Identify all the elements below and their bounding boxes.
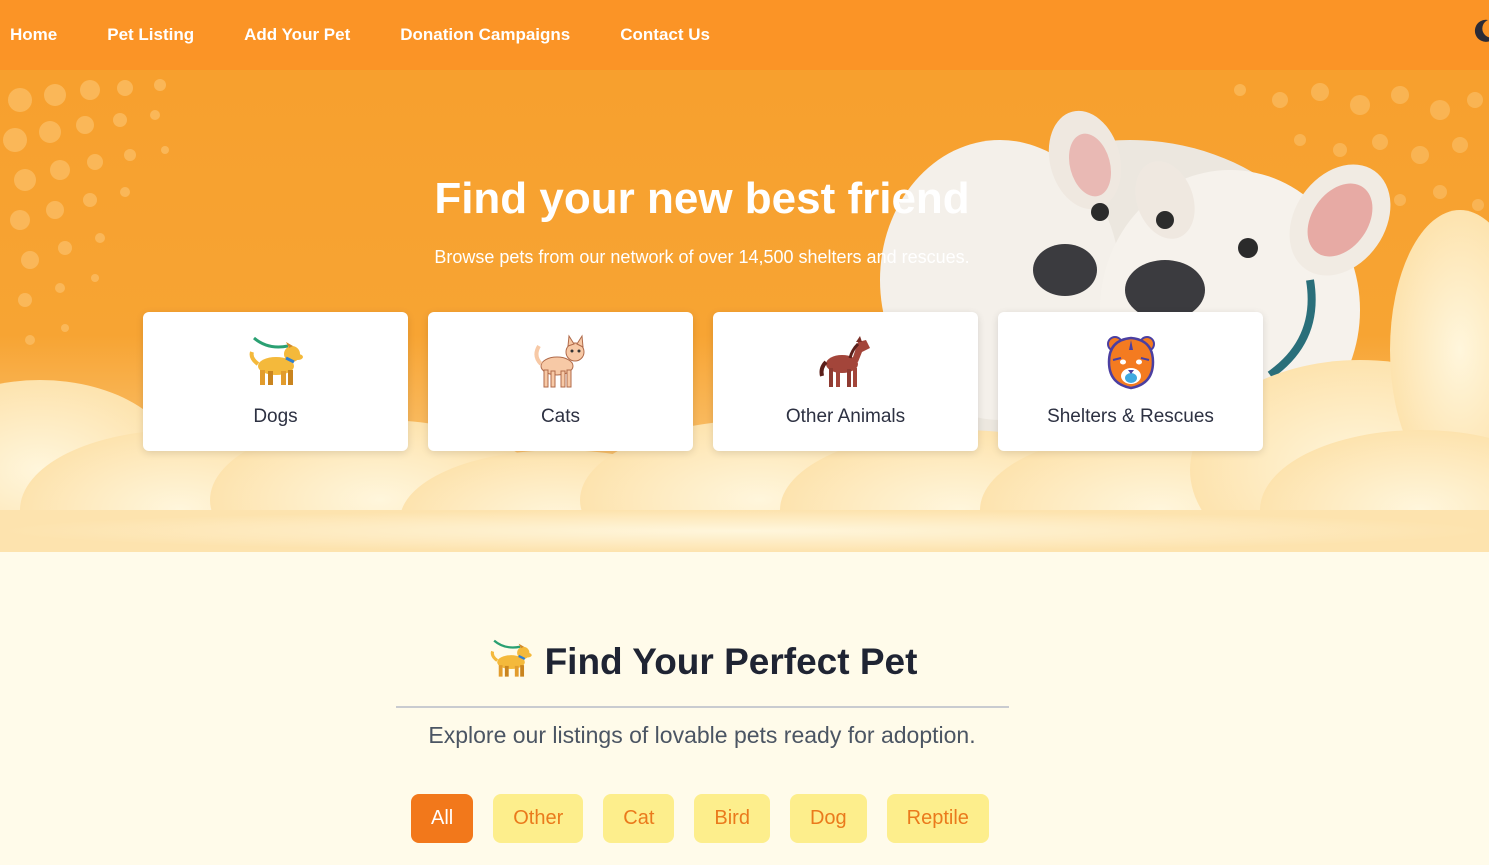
hero-banner: Find your new best friend Browse pets fr… [0,70,1489,552]
filter-other-button[interactable]: Other [493,794,584,843]
filter-bird-button[interactable]: Bird [694,794,770,843]
dog-icon [487,636,535,687]
nav-donation-campaigns-link[interactable]: Donation Campaigns [400,25,570,45]
filter-cat-button[interactable]: Cat [603,794,675,843]
dog-icon [246,332,306,392]
category-card-label: Other Animals [785,406,906,427]
nav-links: Home Pet Listing Add Your Pet Donation C… [0,0,750,70]
category-card-shelters-rescues[interactable]: Shelters & Rescues [998,312,1263,451]
horse-icon [816,332,876,392]
category-card-label: Shelters & Rescues [1047,406,1214,427]
category-card-other-animals[interactable]: Other Animals [713,312,978,451]
category-cards: Dogs Cats Other Animals Shelters & Rescu… [143,312,1263,451]
nav-contact-us-link[interactable]: Contact Us [620,25,710,45]
category-card-label: Cats [540,406,581,427]
nav-home-link[interactable]: Home [10,25,57,45]
cat-icon [531,332,591,392]
nav-add-your-pet-link[interactable]: Add Your Pet [244,25,350,45]
category-card-label: Dogs [253,406,298,427]
pet-filter-bar: All Other Cat Bird Dog Reptile [411,794,989,843]
section-title: Find Your Perfect Pet [544,640,918,682]
section-divider [396,706,1009,708]
category-card-dogs[interactable]: Dogs [143,312,408,451]
category-card-cats[interactable]: Cats [428,312,693,451]
section-subtitle: Explore our listings of lovable pets rea… [428,722,976,748]
hero-title: Find your new best friend [434,174,970,223]
hero-subtitle: Browse pets from our network of over 14,… [434,247,970,267]
tiger-icon [1101,332,1161,392]
top-nav: Home Pet Listing Add Your Pet Donation C… [0,0,1489,70]
filter-reptile-button[interactable]: Reptile [886,794,989,843]
section-heading: Find Your Perfect Pet [0,636,1404,687]
moon-icon[interactable] [1471,18,1489,44]
filter-all-button[interactable]: All [411,794,474,843]
nav-pet-listing-link[interactable]: Pet Listing [107,25,194,45]
hero-background-art [0,79,1489,552]
filter-dog-button[interactable]: Dog [789,794,867,843]
